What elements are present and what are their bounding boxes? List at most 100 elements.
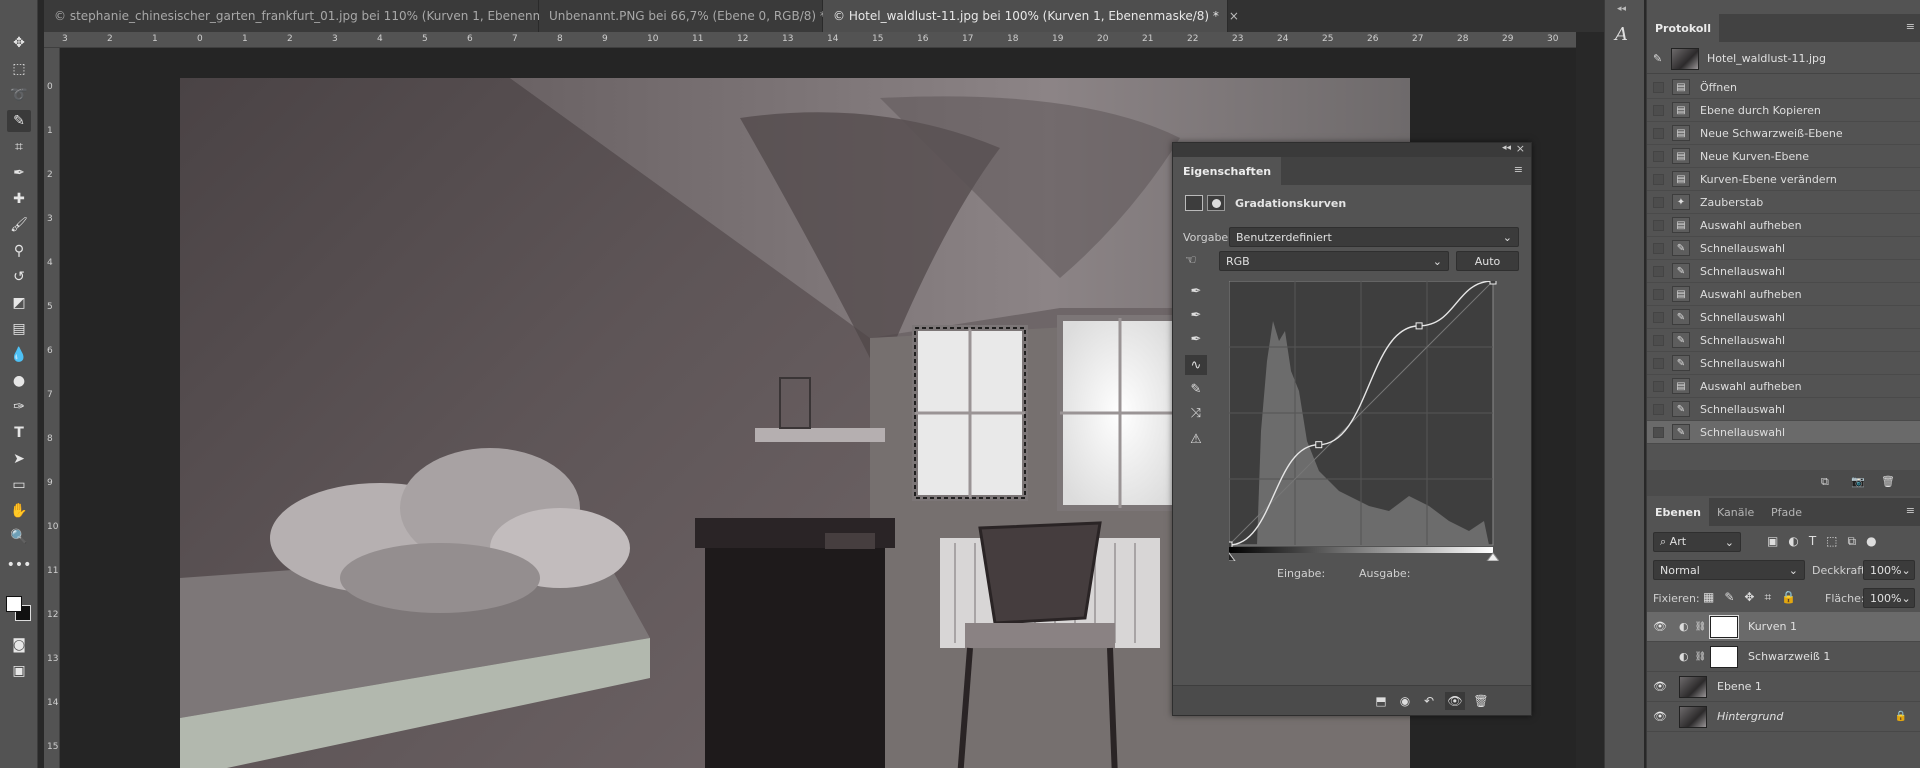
tab-document-1[interactable]: © stephanie_chinesischer_garten_frankfur… <box>44 0 618 32</box>
camera-icon[interactable]: 📷 <box>1851 475 1865 488</box>
smart-object-filter-icon[interactable]: ⧉ <box>1848 534 1857 549</box>
collapse-icon[interactable]: ◂◂ <box>1617 4 1626 14</box>
history-source-checkbox[interactable] <box>1653 380 1664 392</box>
type-filter-icon[interactable]: T <box>1809 534 1816 549</box>
history-source-checkbox[interactable] <box>1653 403 1664 415</box>
adjustment-filter-icon[interactable]: ◐ <box>1788 534 1798 549</box>
clip-to-layer-icon[interactable]: ⬒ <box>1371 692 1391 710</box>
lock-transparency-icon[interactable]: ▦ <box>1703 590 1714 605</box>
type-tool-icon[interactable]: T <box>7 422 31 444</box>
history-item[interactable]: ✎ Schnellauswahl <box>1647 306 1920 329</box>
targeted-adjustment-icon[interactable]: ☜ <box>1185 253 1197 268</box>
curve-control-point[interactable] <box>1315 441 1323 449</box>
trash-icon[interactable]: 🗑 <box>1881 475 1895 488</box>
history-item[interactable]: ▤ Auswahl aufheben <box>1647 283 1920 306</box>
layer-row[interactable]: ◐ ⛓ Schwarzweiß 1 <box>1647 642 1920 672</box>
foreground-color-swatch[interactable] <box>6 596 22 612</box>
tab-document-2[interactable]: Unbenannt.PNG bei 66,7% (Ebene 0, RGB/8)… <box>539 0 846 32</box>
panel-menu-icon[interactable]: ≡ <box>1906 504 1915 517</box>
close-icon[interactable]: × <box>1516 142 1525 155</box>
history-source-checkbox[interactable] <box>1653 242 1664 254</box>
history-item[interactable]: ✎ Schnellauswahl <box>1647 329 1920 352</box>
dodge-tool-icon[interactable]: ● <box>7 370 31 392</box>
eyedropper-white-icon[interactable]: ✒ <box>1185 329 1207 349</box>
marquee-tool-icon[interactable]: ⬚ <box>7 58 31 80</box>
history-source-checkbox[interactable] <box>1653 357 1664 369</box>
eraser-tool-icon[interactable]: ◩ <box>7 292 31 314</box>
eyedropper-gray-icon[interactable]: ✒ <box>1185 305 1207 325</box>
lasso-tool-icon[interactable]: ➰ <box>7 84 31 106</box>
shape-filter-icon[interactable]: ⬚ <box>1826 534 1837 549</box>
blur-tool-icon[interactable]: 💧 <box>7 344 31 366</box>
lock-all-icon[interactable]: 🔒 <box>1781 590 1796 605</box>
link-icon[interactable]: ⛓ <box>1695 652 1706 662</box>
history-source-checkbox[interactable] <box>1653 173 1664 185</box>
history-item[interactable]: ▤ Ebene durch Kopieren <box>1647 99 1920 122</box>
properties-title[interactable]: Eigenschaften <box>1173 157 1282 185</box>
quick-selection-tool-icon[interactable]: ✎ <box>7 110 31 132</box>
pen-tool-icon[interactable]: ✑ <box>7 396 31 418</box>
visibility-eye-icon[interactable]: 👁 <box>1649 710 1671 723</box>
history-source-checkbox[interactable] <box>1653 334 1664 346</box>
curve-control-point[interactable] <box>1415 322 1423 330</box>
filter-toggle-icon[interactable]: ● <box>1866 534 1876 549</box>
crop-tool-icon[interactable]: ⌗ <box>7 136 31 158</box>
history-source-checkbox[interactable] <box>1653 265 1664 277</box>
history-item[interactable]: ✎ Schnellauswahl <box>1647 352 1920 375</box>
close-icon[interactable]: × <box>1229 9 1239 23</box>
curves-graph[interactable] <box>1229 281 1499 561</box>
layer-mask-thumbnail[interactable] <box>1710 645 1739 668</box>
collapse-icon[interactable]: ◂◂ <box>1502 143 1511 153</box>
tab-channels[interactable]: Kanäle <box>1709 498 1762 526</box>
history-source-checkbox[interactable] <box>1653 127 1664 139</box>
smooth-curve-icon[interactable]: ⤨ <box>1185 403 1207 423</box>
stamp-tool-icon[interactable]: ⚲ <box>7 240 31 262</box>
pencil-draw-icon[interactable]: ✎ <box>1185 379 1207 399</box>
character-panel-icon[interactable]: A <box>1615 24 1628 45</box>
curve-point-tool-icon[interactable]: ∿ <box>1185 355 1207 375</box>
properties-header[interactable]: ◂◂ × <box>1173 142 1531 157</box>
rectangle-tool-icon[interactable]: ▭ <box>7 474 31 496</box>
tab-history[interactable]: Protokoll <box>1647 14 1719 42</box>
tab-document-3[interactable]: © Hotel_waldlust-11.jpg bei 100% (Kurven… <box>823 0 1239 32</box>
layer-thumbnail[interactable] <box>1679 705 1707 728</box>
layer-mask-thumbnail[interactable] <box>1709 614 1740 639</box>
history-item[interactable]: ▤ Auswahl aufheben <box>1647 214 1920 237</box>
history-item[interactable]: ▤ Neue Kurven-Ebene <box>1647 145 1920 168</box>
lock-pixels-icon[interactable]: ✎ <box>1724 590 1734 605</box>
zoom-tool-icon[interactable]: 🔍 <box>7 526 31 548</box>
eyedropper-tool-icon[interactable]: ✒ <box>7 162 31 184</box>
history-item[interactable]: ✎ Schnellauswahl <box>1647 421 1920 444</box>
history-source-checkbox[interactable] <box>1653 104 1664 116</box>
link-icon[interactable]: ⛓ <box>1695 622 1706 632</box>
history-item[interactable]: ✎ Schnellauswahl <box>1647 260 1920 283</box>
layer-row[interactable]: 👁 Ebene 1 <box>1647 672 1920 702</box>
healing-brush-icon[interactable]: ✚ <box>7 188 31 210</box>
tab-layers[interactable]: Ebenen <box>1647 498 1709 526</box>
visibility-eye-icon[interactable]: 👁 <box>1649 620 1671 633</box>
history-item[interactable]: ✦ Zauberstab <box>1647 191 1920 214</box>
channel-dropdown[interactable]: RGB ⌄ <box>1219 251 1449 271</box>
layer-thumbnail[interactable] <box>1679 675 1707 698</box>
quick-mask-icon[interactable]: ◙ <box>7 634 31 656</box>
eyedropper-black-icon[interactable]: ✒ <box>1185 281 1207 301</box>
visibility-eye-icon[interactable]: 👁 <box>1649 680 1671 693</box>
history-source-checkbox[interactable] <box>1653 81 1664 93</box>
history-source-checkbox[interactable] <box>1653 288 1664 300</box>
new-document-from-state-icon[interactable]: ⧉ <box>1821 475 1829 489</box>
history-source-checkbox[interactable] <box>1653 311 1664 323</box>
panel-menu-icon[interactable]: ≡ <box>1514 163 1523 176</box>
layer-row[interactable]: 👁 ◐ ⛓ Kurven 1 <box>1647 612 1920 642</box>
lock-position-icon[interactable]: ✥ <box>1744 590 1754 605</box>
layer-filter-dropdown[interactable]: ⌕ Art ⌄ <box>1653 532 1741 552</box>
view-previous-icon[interactable]: ◉ <box>1395 692 1415 710</box>
history-item[interactable]: ▤ Öffnen <box>1647 76 1920 99</box>
history-item[interactable]: ✎ Schnellauswahl <box>1647 237 1920 260</box>
history-item[interactable]: ▤ Auswahl aufheben <box>1647 375 1920 398</box>
history-brush-icon[interactable]: ↺ <box>7 266 31 288</box>
layer-row[interactable]: 👁 Hintergrund 🔒 <box>1647 702 1920 732</box>
history-item[interactable]: ✎ Schnellauswahl <box>1647 398 1920 421</box>
path-selection-icon[interactable]: ➤ <box>7 448 31 470</box>
tab-paths[interactable]: Pfade <box>1763 498 1810 526</box>
lock-artboard-icon[interactable]: ⌗ <box>1764 590 1771 605</box>
